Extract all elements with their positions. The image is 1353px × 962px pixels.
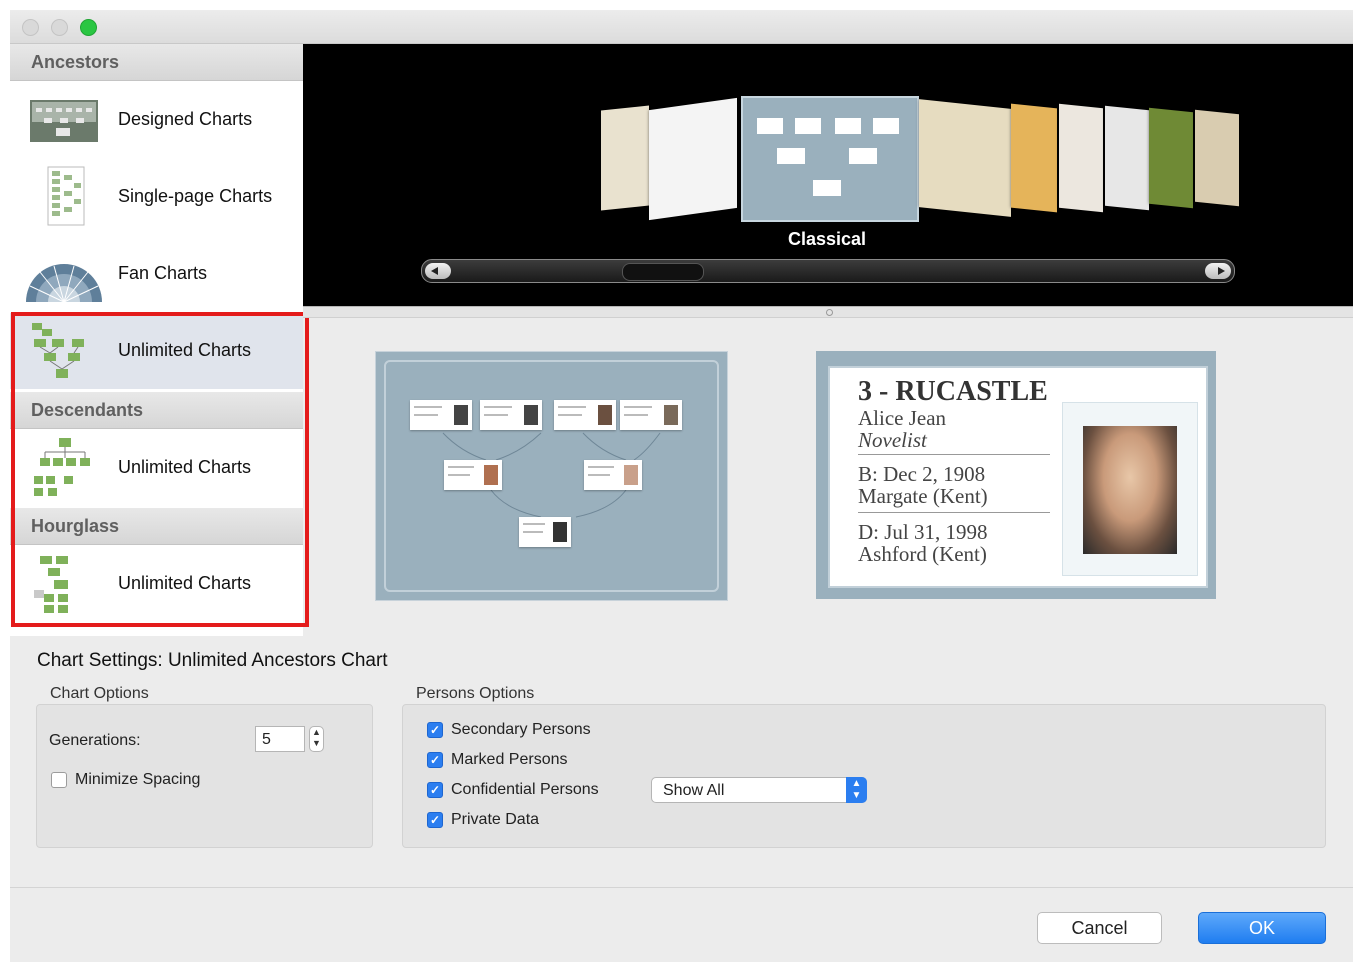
divider-handle-icon[interactable]	[826, 309, 833, 316]
chart-style-carousel[interactable]: Classical	[303, 44, 1353, 306]
death-place: Ashford (Kent)	[858, 542, 987, 566]
person-title: 3 - RUCASTLE	[858, 376, 1048, 407]
carousel-scrollbar[interactable]	[421, 259, 1235, 283]
scroll-right-arrow-icon[interactable]	[1205, 263, 1231, 279]
carousel-card[interactable]	[1149, 107, 1193, 209]
person-box	[410, 400, 472, 430]
minimize-spacing-checkbox[interactable]	[51, 772, 67, 788]
generations-stepper[interactable]: ▲ ▼	[309, 726, 324, 752]
section-header-ancestors: Ancestors	[10, 44, 303, 81]
sidebar-item-label: Fan Charts	[118, 263, 208, 283]
carousel-caption: Classical	[787, 229, 867, 249]
sidebar-item-label: Designed Charts	[118, 109, 253, 129]
split-view-divider[interactable]	[303, 306, 1353, 318]
carousel-card[interactable]	[1195, 109, 1239, 207]
birth-place: Margate (Kent)	[858, 484, 988, 508]
minimize-window-button[interactable]	[51, 19, 68, 36]
sidebar-item-label: Single-page Charts	[118, 186, 273, 206]
carousel-card[interactable]	[601, 105, 649, 211]
secondary-persons-label: Secondary Persons	[451, 721, 591, 738]
carousel-card[interactable]	[1059, 103, 1103, 213]
person-box	[554, 400, 616, 430]
private-data-checkbox[interactable]: ✓	[427, 812, 443, 828]
sidebar-item-designed-charts[interactable]: Designed Charts	[10, 82, 303, 158]
zoom-window-button[interactable]	[80, 19, 97, 36]
settings-title: Chart Settings: Unlimited Ancestors Char…	[37, 650, 388, 671]
secondary-persons-checkbox[interactable]: ✓	[427, 722, 443, 738]
highlight-rectangle	[11, 312, 309, 627]
person-photo	[1062, 402, 1198, 576]
cancel-button[interactable]: Cancel	[1037, 912, 1162, 944]
carousel-card[interactable]	[919, 99, 1011, 217]
carousel-card[interactable]	[1011, 103, 1057, 213]
generations-input[interactable]: 5	[255, 726, 305, 752]
carousel-card[interactable]	[649, 97, 737, 221]
carousel-card-selected[interactable]	[741, 96, 919, 222]
title-bar	[10, 10, 1353, 44]
person-box	[584, 460, 642, 490]
select-value: Show All	[663, 782, 725, 799]
marked-persons-label: Marked Persons	[451, 751, 568, 768]
person-occupation: Novelist	[858, 428, 927, 452]
scroll-thumb[interactable]	[622, 263, 704, 281]
persons-options-label: Persons Options	[416, 685, 535, 702]
generations-label: Generations:	[49, 732, 141, 749]
scroll-left-arrow-icon[interactable]	[425, 263, 451, 279]
private-data-label: Private Data	[451, 811, 540, 828]
person-box	[480, 400, 542, 430]
person-box-preview: 3 - RUCASTLE Alice Jean Novelist B: Dec …	[816, 351, 1216, 599]
person-box	[444, 460, 502, 490]
ok-button[interactable]: OK	[1198, 912, 1326, 944]
carousel-card[interactable]	[1105, 105, 1149, 211]
confidential-persons-checkbox[interactable]: ✓	[427, 782, 443, 798]
sidebar-item-single-page-charts[interactable]: Single-page Charts	[10, 159, 303, 235]
fan-charts-thumbnail-icon	[26, 264, 102, 303]
minimize-spacing-label: Minimize Spacing	[75, 771, 201, 788]
chart-connector-lines	[442, 432, 661, 518]
single-page-charts-thumbnail-icon	[47, 166, 85, 226]
chart-preview	[375, 351, 728, 601]
chart-options-label: Chart Options	[50, 685, 149, 702]
close-window-button[interactable]	[22, 19, 39, 36]
confidential-persons-select[interactable]: Show All ▲ ▼	[651, 777, 867, 803]
person-box	[620, 400, 682, 430]
chart-dialog-window: Ancestors Designed Charts Single-page Ch…	[10, 10, 1353, 962]
designed-charts-thumbnail-icon	[30, 100, 98, 142]
confidential-persons-label: Confidential Persons	[451, 781, 599, 798]
person-box	[519, 517, 571, 547]
sidebar-item-fan-charts[interactable]: Fan Charts	[10, 236, 303, 312]
marked-persons-checkbox[interactable]: ✓	[427, 752, 443, 768]
chevron-updown-icon: ▲ ▼	[846, 777, 867, 803]
